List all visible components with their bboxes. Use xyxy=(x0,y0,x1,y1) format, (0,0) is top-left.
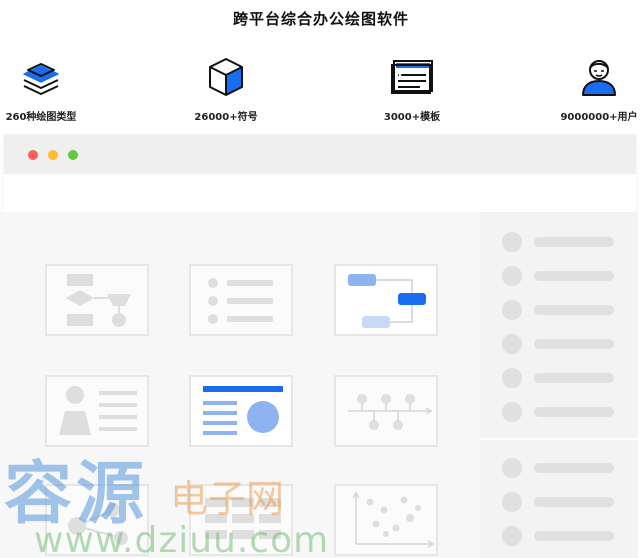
sidebar-item[interactable] xyxy=(502,458,622,478)
scatter-icon xyxy=(352,491,435,548)
app-window xyxy=(4,134,636,212)
template-icon xyxy=(357,56,467,98)
feature-drawing-types: 260种绘图类型 xyxy=(0,56,96,123)
sidebar-item[interactable] xyxy=(502,300,622,320)
feature-label: 9000000+用户 xyxy=(560,112,638,123)
template-card-presentation[interactable] xyxy=(189,375,293,447)
template-card-profile[interactable] xyxy=(45,375,149,447)
template-card-network[interactable] xyxy=(45,484,149,556)
feature-users: 9000000+用户 xyxy=(544,56,642,123)
symbol-sidebar xyxy=(480,212,638,558)
presentation-icon xyxy=(203,386,283,435)
template-card-timeline[interactable] xyxy=(334,375,438,447)
feature-symbols: 26000+符号 xyxy=(171,56,281,123)
cube-icon xyxy=(171,56,281,98)
sidebar-item[interactable] xyxy=(502,526,622,546)
sidebar-item[interactable] xyxy=(502,402,622,422)
user-icon xyxy=(544,56,642,98)
sidebar-divider xyxy=(480,438,638,440)
page-title: 跨平台综合办公绘图软件 xyxy=(232,10,409,28)
template-card-table[interactable] xyxy=(189,484,293,556)
template-canvas xyxy=(0,212,480,558)
sidebar-item[interactable] xyxy=(502,368,622,388)
layers-icon xyxy=(0,56,96,98)
sidebar-item[interactable] xyxy=(502,266,622,286)
minimize-dot[interactable] xyxy=(48,150,58,160)
sidebar-item[interactable] xyxy=(502,232,622,252)
network-icon xyxy=(68,503,128,545)
feature-templates: 3000+模板 xyxy=(357,56,467,123)
sidebar-item[interactable] xyxy=(502,492,622,512)
flowchart-icon xyxy=(66,274,131,327)
maximize-dot[interactable] xyxy=(68,150,78,160)
profile-icon xyxy=(59,386,137,435)
window-titlebar xyxy=(4,134,636,174)
feature-label: 26000+符号 xyxy=(194,112,258,123)
mindmap-icon xyxy=(348,274,426,328)
feature-label: 3000+模板 xyxy=(383,112,441,123)
sidebar-item[interactable] xyxy=(502,334,622,354)
template-card-scatter[interactable] xyxy=(334,484,438,556)
template-card-list[interactable] xyxy=(189,264,293,336)
table-icon xyxy=(205,498,281,539)
template-card-mindmap[interactable] xyxy=(334,264,438,336)
close-dot[interactable] xyxy=(28,150,38,160)
timeline-icon xyxy=(348,394,433,430)
template-card-flowchart[interactable] xyxy=(45,264,149,336)
feature-label: 260种绘图类型 xyxy=(5,112,77,123)
list-icon xyxy=(208,278,273,324)
